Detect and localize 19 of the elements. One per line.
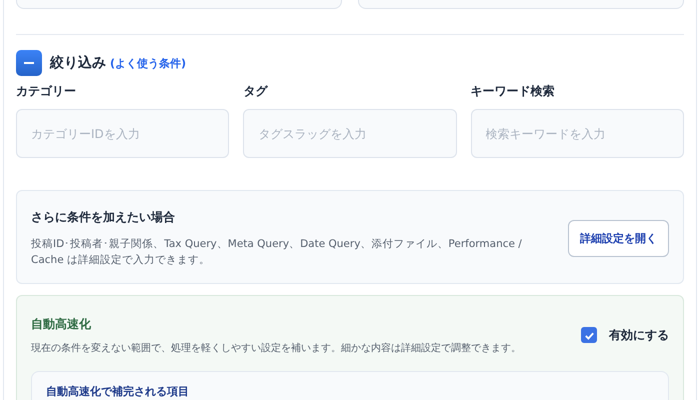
open-settings-button[interactable]: 詳細設定を開く (568, 220, 669, 258)
field-label: カテゴリー (16, 83, 76, 100)
input-field[interactable]: 検索キーワードを入力 (470, 109, 684, 158)
collapse-button[interactable] (16, 50, 42, 76)
field-label: キーワード検索 (470, 83, 555, 100)
inner-title: 自動高速化で補完される項目 (46, 384, 189, 398)
input-field[interactable]: タグスラッグを入力 (243, 109, 457, 158)
input-field[interactable] (16, 0, 342, 9)
input-field[interactable] (358, 0, 684, 9)
section-subtitle: (よく使う条件) (110, 56, 186, 70)
panel-title: 自動高速化 (31, 316, 91, 333)
panel-title: さらに条件を加えたい場合 (31, 209, 175, 226)
panel-description: 投稿ID･投稿者･親子関係、Tax Query、Meta Query、Date Query、添付ファイル、Performance / Cache は詳細設定で入力できます。 (31, 237, 523, 268)
checkbox-label: 有効にする (609, 326, 669, 344)
section-title: 絞り込み (50, 54, 106, 72)
checkbox[interactable] (581, 327, 597, 344)
panel-description: 現在の条件を変えない範囲で、処理を軽くしやすい設定を補います。細かな内容は詳細設定で調整できます。 (31, 342, 522, 355)
field-label: タグ (243, 83, 268, 100)
input-field[interactable]: カテゴリーIDを入力 (16, 109, 230, 158)
